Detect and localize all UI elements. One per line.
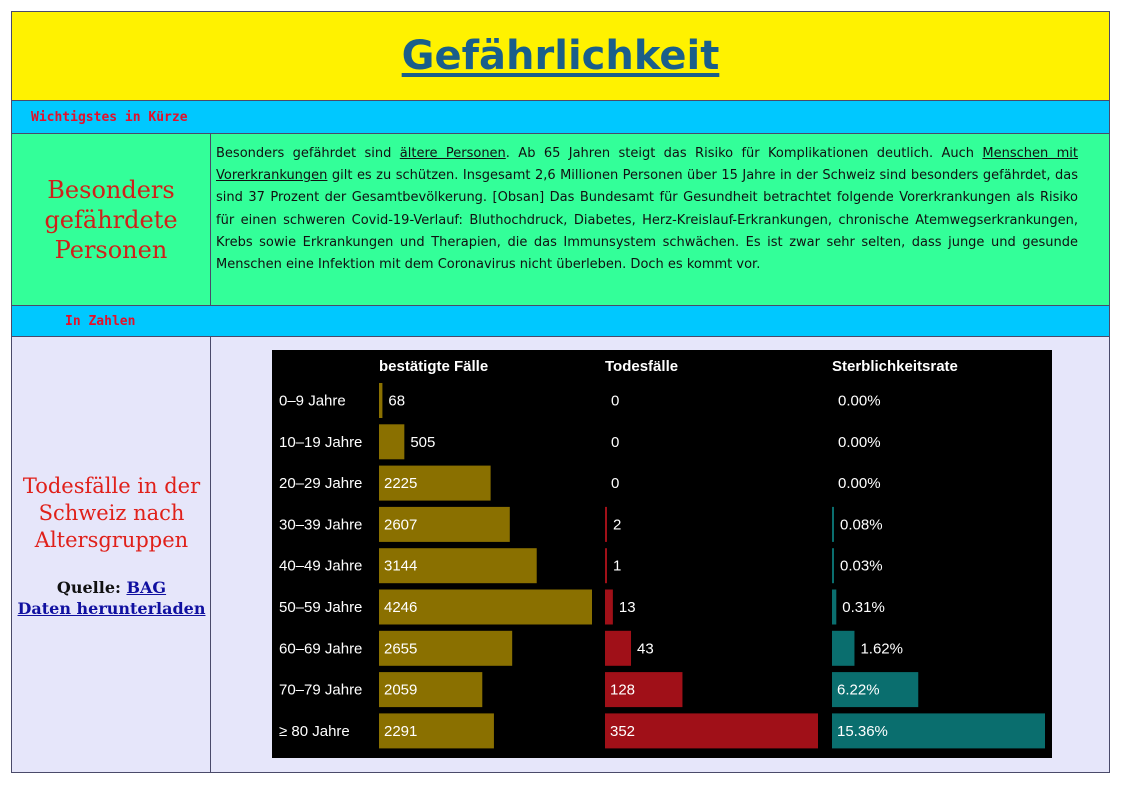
data-label: 0.08% xyxy=(840,516,883,533)
data-label: 0 xyxy=(611,393,619,410)
bar-0 xyxy=(379,424,405,460)
data-label: 15.36% xyxy=(837,723,888,740)
summary-row: Besonders gefährdete Personen Besonders … xyxy=(12,134,1109,306)
row-label: 40–49 Jahre xyxy=(279,558,362,575)
link-aeltere-personen[interactable]: ältere Personen xyxy=(400,146,506,161)
summary-text: Besonders gefährdet sind ältere Personen… xyxy=(216,143,1078,276)
row-label: 10–19 Jahre xyxy=(279,434,362,451)
data-label: 0 xyxy=(611,434,619,451)
row-label: 0–9 Jahre xyxy=(279,393,346,410)
row-label: 20–29 Jahre xyxy=(279,475,362,492)
data-label: 1 xyxy=(613,558,621,575)
section-label-numbers: In Zahlen xyxy=(65,314,136,329)
source-label: Quelle: xyxy=(56,578,127,597)
source-link-bag[interactable]: BAG xyxy=(126,578,166,597)
data-label: 128 xyxy=(610,682,635,699)
section-label-summary: Wichtigstes in Kürze xyxy=(31,110,188,125)
data-label: 0.31% xyxy=(842,599,885,616)
data-label: 0.00% xyxy=(838,393,881,410)
data-label: 0 xyxy=(611,475,619,492)
data-label: 2059 xyxy=(384,682,417,699)
bar-1 xyxy=(605,713,818,749)
page-frame: Gefährlichkeit Wichtigstes in Kürze Beso… xyxy=(11,11,1110,773)
source-info: Quelle: BAG Daten herunterladen xyxy=(12,577,211,619)
column-header: Sterblichkeitsrate xyxy=(832,358,958,375)
numbers-heading: Todesfälle in der Schweiz nach Altersgru… xyxy=(22,474,201,552)
bar-2 xyxy=(832,589,837,625)
numbers-heading-cell: Todesfälle in der Schweiz nach Altersgru… xyxy=(12,337,211,773)
row-label: 50–59 Jahre xyxy=(279,599,362,616)
download-data-link[interactable]: Daten herunterladen xyxy=(18,599,206,618)
data-label: 352 xyxy=(610,723,635,740)
row-label: 70–79 Jahre xyxy=(279,682,362,699)
data-label: 3144 xyxy=(384,558,417,575)
section-bar-summary: Wichtigstes in Kürze xyxy=(12,101,1109,134)
summary-text-part: . Ab 65 Jahren steigt das Risiko für Kom… xyxy=(505,146,983,161)
bar-1 xyxy=(605,548,607,584)
data-label: 2607 xyxy=(384,516,417,533)
data-label: 2225 xyxy=(384,475,417,492)
summary-text-part: Besonders gefährdet sind xyxy=(216,146,400,161)
title-bar: Gefährlichkeit xyxy=(12,12,1109,101)
column-header: Todesfälle xyxy=(605,358,678,375)
bar-2 xyxy=(832,630,855,666)
bar-1 xyxy=(605,506,607,542)
section-bar-numbers: In Zahlen xyxy=(12,306,1109,337)
bar-1 xyxy=(605,589,613,625)
bar-1 xyxy=(605,630,632,666)
data-label: 4246 xyxy=(384,599,417,616)
data-label: 0.00% xyxy=(838,475,881,492)
summary-text-part: gilt es zu schützen. Insgesamt 2,6 Milli… xyxy=(216,168,1078,273)
data-label: 2 xyxy=(613,516,621,533)
row-label: ≥ 80 Jahre xyxy=(279,723,350,740)
data-label: 43 xyxy=(637,640,654,657)
numbers-row: Todesfälle in der Schweiz nach Altersgru… xyxy=(12,337,1109,773)
chart-svg: bestätigte Fälle Todesfälle Sterblichkeits… xyxy=(279,358,1045,749)
data-label: 1.62% xyxy=(860,640,903,657)
row-label: 60–69 Jahre xyxy=(279,640,362,657)
page-title: Gefährlichkeit xyxy=(401,33,720,79)
data-label: 505 xyxy=(410,434,435,451)
data-label: 68 xyxy=(388,393,405,410)
age-group-chart: bestätigte Fälle Todesfälle Sterblichkeits… xyxy=(272,350,1052,758)
data-label: 6.22% xyxy=(837,682,880,699)
row-label: 30–39 Jahre xyxy=(279,516,362,533)
data-label: 13 xyxy=(619,599,636,616)
data-label: 2655 xyxy=(384,640,417,657)
column-header: bestätigte Fälle xyxy=(379,358,488,375)
data-label: 0.00% xyxy=(838,434,881,451)
data-label: 0.03% xyxy=(840,558,883,575)
summary-heading-cell: Besonders gefährdete Personen xyxy=(12,134,211,305)
bar-2 xyxy=(832,548,834,584)
data-label: 2291 xyxy=(384,723,417,740)
summary-heading: Besonders gefährdete Personen xyxy=(44,175,178,264)
bar-2 xyxy=(832,506,834,542)
bar-0 xyxy=(379,383,383,418)
